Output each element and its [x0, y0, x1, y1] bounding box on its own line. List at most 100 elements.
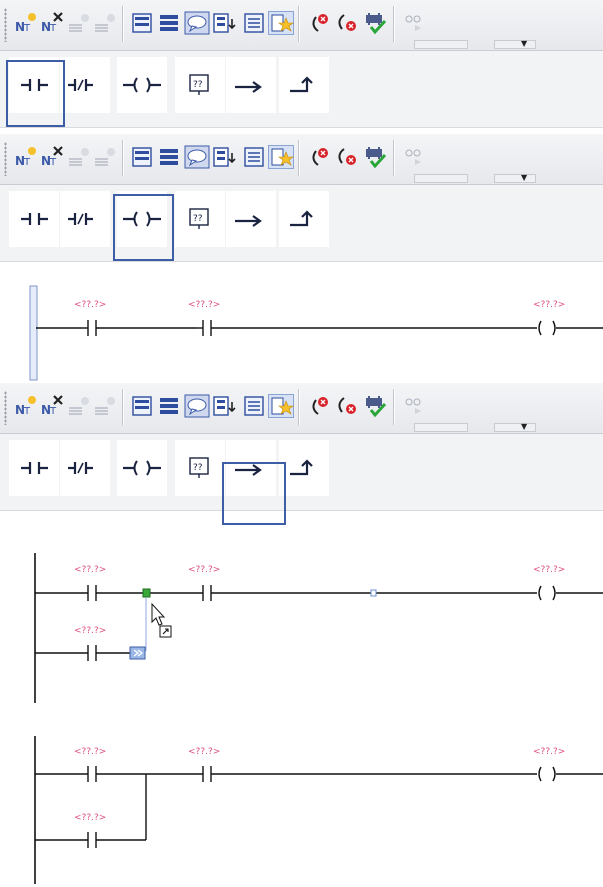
- insert-row-button[interactable]: [66, 394, 92, 418]
- append-row-icon: [95, 148, 115, 166]
- close-branch-button[interactable]: [279, 440, 329, 496]
- close-branch-icon: [290, 76, 313, 93]
- drop-target-marker: [142, 588, 151, 598]
- favorites-list-button[interactable]: [242, 11, 268, 35]
- update-calls-button[interactable]: [363, 145, 389, 169]
- toolbar-scroll-left[interactable]: [414, 423, 468, 432]
- favorites-star-button[interactable]: [268, 145, 294, 169]
- connection-point-marker: [370, 589, 377, 597]
- network-comments-button[interactable]: [184, 11, 210, 35]
- close-all-networks-button[interactable]: [157, 145, 183, 169]
- close-all-networks-button[interactable]: [157, 394, 183, 418]
- absolute-operands-button[interactable]: [212, 11, 238, 35]
- network-comments-button[interactable]: [184, 145, 210, 169]
- normally-closed-contact-button[interactable]: [60, 191, 110, 247]
- close-branch-button[interactable]: [279, 191, 329, 247]
- toolbar-grip[interactable]: [4, 142, 7, 176]
- toolbar-scroll-right[interactable]: [494, 40, 536, 49]
- goto-previous-error-button[interactable]: [306, 11, 332, 35]
- open-branch-button[interactable]: [226, 57, 276, 113]
- output-coil-button[interactable]: [117, 440, 167, 496]
- open-all-networks-button[interactable]: [130, 11, 156, 35]
- favorites-list-button[interactable]: [242, 145, 268, 169]
- toolbar-separator: [393, 140, 395, 176]
- close-branch-button[interactable]: [279, 57, 329, 113]
- toolbar: NT NT ▼: [0, 383, 603, 434]
- favorites-star-icon: [271, 14, 294, 32]
- insert-network-button[interactable]: NT: [14, 394, 40, 418]
- favorites-star-button[interactable]: [268, 394, 294, 418]
- normally-open-contact: [87, 645, 97, 661]
- empty-box-button[interactable]: ??: [175, 191, 225, 247]
- open-all-networks-button[interactable]: [130, 145, 156, 169]
- monitoring-button[interactable]: [401, 394, 427, 418]
- insert-row-button[interactable]: [66, 11, 92, 35]
- normally-open-contact-button[interactable]: [9, 191, 59, 247]
- monitoring-icon: [405, 398, 421, 414]
- append-row-button[interactable]: [92, 394, 118, 418]
- toolbar-grip[interactable]: [4, 391, 7, 425]
- favorites-star-icon: [271, 148, 294, 166]
- goto-next-error-button[interactable]: [334, 145, 360, 169]
- toolbar-scroll-right[interactable]: [494, 423, 536, 432]
- insert-network-button[interactable]: NT: [14, 11, 40, 35]
- toolbar-separator: [298, 6, 300, 42]
- toolbar-scroll-left[interactable]: [414, 174, 468, 183]
- output-coil-icon: [123, 460, 161, 476]
- toolbar-dropdown-arrow[interactable]: ▼: [521, 174, 527, 182]
- absolute-operands-icon: [213, 147, 236, 167]
- delete-network-button[interactable]: NT: [40, 394, 66, 418]
- goto-next-error-button[interactable]: [334, 394, 360, 418]
- normally-open-contact: [87, 832, 97, 848]
- delete-network-button[interactable]: NT: [40, 145, 66, 169]
- toolbar-scroll-left[interactable]: [414, 40, 468, 49]
- append-row-button[interactable]: [92, 11, 118, 35]
- insert-network-icon: NT: [15, 147, 36, 168]
- insert-network-icon: NT: [15, 13, 36, 34]
- update-calls-icon: [366, 396, 387, 418]
- update-calls-button[interactable]: [363, 394, 389, 418]
- normally-closed-contact-icon: [68, 79, 93, 91]
- open-all-networks-button[interactable]: [130, 394, 156, 418]
- insert-row-button[interactable]: [66, 145, 92, 169]
- output-coil: [538, 766, 556, 782]
- toolbar-scroll-right[interactable]: [494, 174, 536, 183]
- normally-open-contact-button[interactable]: [9, 440, 59, 496]
- empty-box-button[interactable]: ??: [175, 440, 225, 496]
- favorites-list-button[interactable]: [242, 394, 268, 418]
- favorites-list-icon: [244, 396, 264, 416]
- absolute-operands-icon: [213, 396, 236, 416]
- monitoring-button[interactable]: [401, 11, 427, 35]
- delete-network-button[interactable]: NT: [40, 11, 66, 35]
- absolute-operands-button[interactable]: [212, 394, 238, 418]
- open-branch-button[interactable]: [226, 191, 276, 247]
- network-comments-icon: [184, 394, 210, 418]
- toolbar-dropdown-arrow[interactable]: ▼: [521, 40, 527, 48]
- empty-box-button[interactable]: ??: [175, 57, 225, 113]
- goto-next-error-button[interactable]: [334, 11, 360, 35]
- append-row-button[interactable]: [92, 145, 118, 169]
- open-branch-end-icon: [129, 646, 146, 660]
- output-coil-icon: [123, 77, 161, 93]
- output-coil-button[interactable]: [117, 57, 167, 113]
- favorites-star-button[interactable]: [268, 11, 294, 35]
- toolbar-grip[interactable]: [4, 8, 7, 42]
- ladder-palette: ??: [0, 51, 603, 128]
- normally-closed-contact-button[interactable]: [60, 57, 110, 113]
- goto-previous-error-button[interactable]: [306, 394, 332, 418]
- absolute-operands-button[interactable]: [212, 145, 238, 169]
- close-all-networks-button[interactable]: [157, 11, 183, 35]
- monitoring-button[interactable]: [401, 145, 427, 169]
- network-comments-button[interactable]: [184, 394, 210, 418]
- svg-text:??: ??: [193, 463, 203, 473]
- insert-network-button[interactable]: NT: [14, 145, 40, 169]
- update-calls-button[interactable]: [363, 11, 389, 35]
- normally-closed-contact-button[interactable]: [60, 440, 110, 496]
- normally-open-contact: [87, 320, 97, 336]
- operand-placeholder: <??.?>: [74, 747, 106, 757]
- update-calls-icon: [366, 147, 387, 169]
- favorites-list-icon: [244, 147, 264, 167]
- operand-placeholder: <??.?>: [74, 626, 106, 636]
- toolbar-dropdown-arrow[interactable]: ▼: [521, 423, 527, 431]
- goto-previous-error-button[interactable]: [306, 145, 332, 169]
